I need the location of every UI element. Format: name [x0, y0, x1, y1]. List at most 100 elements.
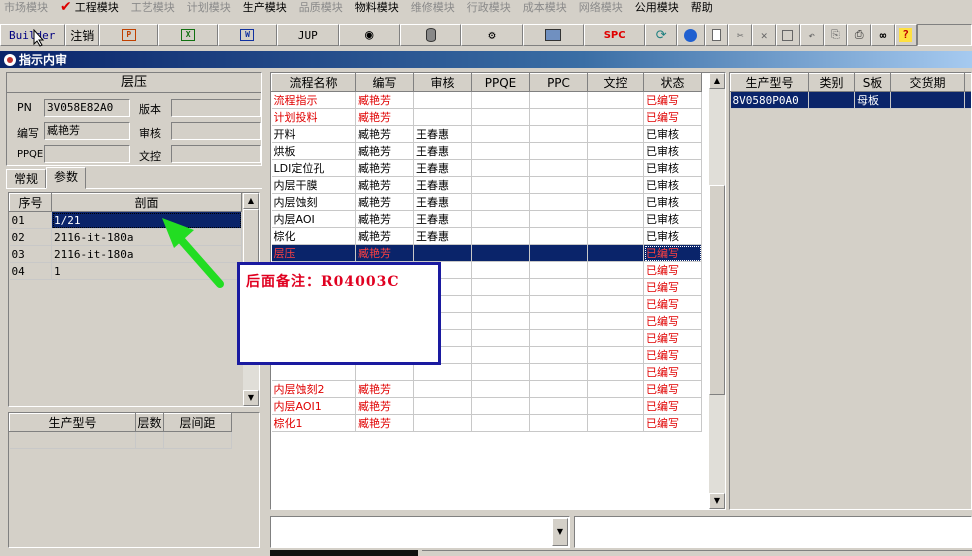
- logout-button[interactable]: 注销: [65, 24, 100, 46]
- cell-status[interactable]: 已审核: [643, 176, 702, 194]
- delete-button[interactable]: ✕: [752, 24, 777, 46]
- cell-empty[interactable]: [587, 346, 644, 364]
- cell-author[interactable]: 臧艳芳: [355, 159, 414, 177]
- cell-empty[interactable]: [587, 363, 644, 381]
- menu-item-2[interactable]: 工艺模块: [131, 0, 175, 14]
- cell-status[interactable]: 已审核: [643, 193, 702, 211]
- cell-empty[interactable]: [529, 125, 588, 143]
- cell-empty[interactable]: [471, 312, 530, 330]
- version-field[interactable]: [171, 99, 261, 117]
- menu-item-4[interactable]: 生产模块: [243, 0, 287, 14]
- find-button[interactable]: ∞: [871, 24, 895, 46]
- cell-model[interactable]: 8V0580P0A0: [730, 91, 809, 109]
- cell-reviewer[interactable]: [413, 91, 472, 109]
- menu-item-0[interactable]: 市场模块: [4, 0, 48, 14]
- scroll-down-icon[interactable]: ▼: [243, 390, 259, 406]
- column-header-section[interactable]: 剖面: [51, 193, 242, 212]
- view-button[interactable]: ◉: [338, 24, 400, 46]
- cell-status[interactable]: 已编写: [643, 91, 702, 109]
- cell-empty[interactable]: [587, 210, 644, 228]
- cell-status[interactable]: 已编写: [643, 397, 702, 415]
- menu-item-11[interactable]: 公用模块: [635, 0, 679, 14]
- column-header-layers[interactable]: 层数: [135, 413, 164, 432]
- cell-author[interactable]: 臧艳芳: [355, 227, 414, 245]
- menu-item-3[interactable]: 计划模块: [187, 0, 231, 14]
- undo-button[interactable]: ↶: [799, 24, 824, 46]
- cell-no[interactable]: 02: [9, 228, 52, 246]
- menu-item-12[interactable]: 帮助: [691, 0, 713, 14]
- cell-empty[interactable]: [471, 244, 530, 262]
- cell-author[interactable]: 臧艳芳: [355, 380, 414, 398]
- cell-name[interactable]: LDI定位孔: [271, 159, 356, 177]
- cell-name[interactable]: 开料: [271, 125, 356, 143]
- cell-author[interactable]: 臧艳芳: [355, 108, 414, 126]
- excel-button[interactable]: X: [158, 24, 218, 46]
- cell-name[interactable]: 内层干膜: [271, 176, 356, 194]
- table-row[interactable]: 已编写: [271, 363, 702, 381]
- scroll-thumb[interactable]: [709, 185, 725, 395]
- table-row[interactable]: 流程指示 臧艳芳 已编写: [271, 91, 702, 109]
- column-header[interactable]: 文控: [587, 73, 644, 92]
- column-header[interactable]: 编写: [355, 73, 414, 92]
- monitor-button[interactable]: [522, 24, 584, 46]
- cell-empty[interactable]: [471, 210, 530, 228]
- menu-item-1[interactable]: ✔ 工程模块: [60, 0, 119, 14]
- cell-empty[interactable]: [587, 227, 644, 245]
- cell-empty[interactable]: [587, 176, 644, 194]
- refresh-button[interactable]: ⟳: [645, 24, 677, 46]
- column-header-layer-spacing[interactable]: 层间距: [163, 413, 232, 432]
- cell-empty[interactable]: [529, 91, 588, 109]
- menu-item-7[interactable]: 维修模块: [411, 0, 455, 14]
- column-header[interactable]: 交货期: [890, 73, 965, 92]
- cell-status[interactable]: 已编写: [643, 380, 702, 398]
- cell-due[interactable]: [890, 91, 965, 109]
- cell-empty[interactable]: [529, 414, 588, 432]
- tab-general[interactable]: 常规: [6, 169, 47, 189]
- cell-empty[interactable]: [587, 108, 644, 126]
- menu-item-8[interactable]: 行政模块: [467, 0, 511, 14]
- cell-empty[interactable]: [587, 312, 644, 330]
- cell-empty[interactable]: [529, 227, 588, 245]
- cell-empty[interactable]: [529, 176, 588, 194]
- cell-empty[interactable]: [471, 193, 530, 211]
- browser-button[interactable]: [677, 24, 705, 46]
- cell-empty[interactable]: [471, 414, 530, 432]
- cell-author[interactable]: 臧艳芳: [355, 244, 414, 262]
- jup-button[interactable]: JUP: [277, 24, 339, 46]
- cell-empty[interactable]: [529, 193, 588, 211]
- scroll-up-icon[interactable]: ▲: [243, 193, 259, 209]
- cell-empty[interactable]: [529, 244, 588, 262]
- cell-name[interactable]: 烘板: [271, 142, 356, 160]
- doccontrol-field[interactable]: [171, 145, 261, 163]
- cell-status[interactable]: 已编写: [643, 346, 702, 364]
- cell-name[interactable]: [271, 363, 356, 381]
- cell-empty[interactable]: [529, 142, 588, 160]
- cell-status[interactable]: 已编写: [643, 363, 702, 381]
- author-field[interactable]: 臧艳芳: [44, 122, 130, 140]
- spc-button[interactable]: SPC: [583, 24, 646, 46]
- cell-status[interactable]: 已审核: [643, 125, 702, 143]
- cell-empty[interactable]: [471, 295, 530, 313]
- cell-no[interactable]: 03: [9, 245, 52, 263]
- tab-params[interactable]: 参数: [46, 167, 87, 189]
- cell-status[interactable]: 已编写: [643, 244, 702, 262]
- cell-author[interactable]: 臧艳芳: [355, 125, 414, 143]
- cell-reviewer[interactable]: [413, 244, 472, 262]
- column-header-model[interactable]: 生产型号: [9, 413, 136, 432]
- ppqe-field[interactable]: [44, 145, 130, 163]
- cell-empty[interactable]: [587, 397, 644, 415]
- cell-empty[interactable]: [587, 414, 644, 432]
- cell-status[interactable]: 已编写: [643, 414, 702, 432]
- cell-name[interactable]: 棕化1: [271, 414, 356, 432]
- column-header[interactable]: 客: [964, 73, 971, 92]
- print-button[interactable]: ⎙: [847, 24, 872, 46]
- cell-empty[interactable]: [587, 91, 644, 109]
- cell-name[interactable]: 内层蚀刻2: [271, 380, 356, 398]
- menu-item-5[interactable]: 品质模块: [299, 0, 343, 14]
- cell-reviewer[interactable]: 王春惠: [413, 227, 472, 245]
- cell-reviewer[interactable]: [413, 363, 472, 381]
- cell-author[interactable]: 臧艳芳: [355, 210, 414, 228]
- cell-reviewer[interactable]: 王春惠: [413, 193, 472, 211]
- cell-name[interactable]: 层压: [271, 244, 356, 262]
- cell-empty[interactable]: [471, 261, 530, 279]
